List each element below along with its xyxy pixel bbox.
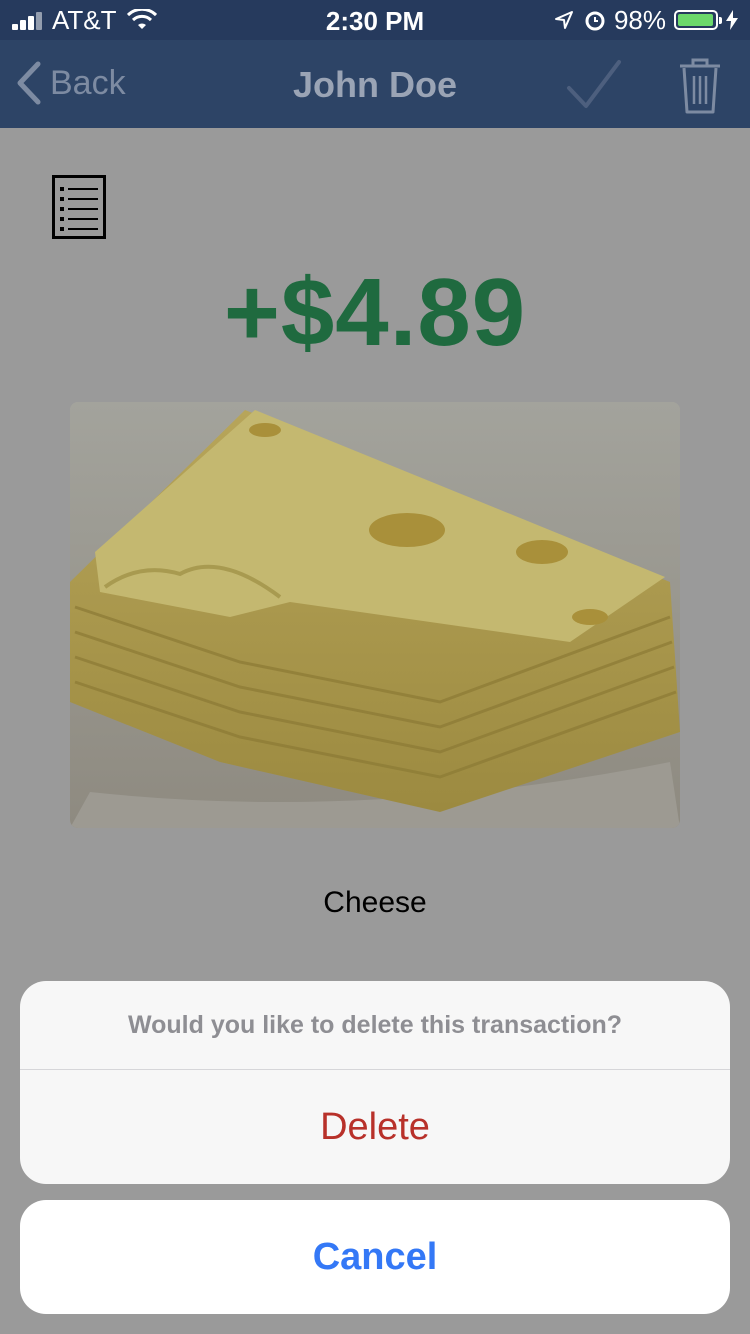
location-arrow-icon [554, 11, 573, 29]
nav-bar: Back John Doe [0, 40, 750, 128]
action-sheet-message: Would you like to delete this transactio… [20, 981, 730, 1070]
item-photo [70, 402, 680, 828]
delete-button[interactable]: Delete [20, 1070, 730, 1184]
status-right: 98% [554, 4, 738, 35]
battery-percent: 98% [613, 4, 666, 35]
charging-bolt-icon [726, 10, 738, 30]
transaction-amount: +$4.89 [223, 259, 527, 366]
status-bar: AT&T 2:30 PM 98% [0, 0, 750, 40]
transaction-name: Cheese [323, 886, 427, 919]
checkmark-icon[interactable] [566, 58, 622, 114]
cancel-button[interactable]: Cancel [20, 1200, 730, 1314]
action-sheet: Would you like to delete this transactio… [20, 981, 730, 1184]
trash-icon[interactable] [678, 56, 722, 116]
battery-icon [674, 10, 722, 30]
nav-title: John Doe [292, 64, 457, 105]
alarm-icon [585, 11, 605, 31]
list-icon[interactable] [52, 175, 106, 239]
cheese-image [70, 402, 680, 828]
